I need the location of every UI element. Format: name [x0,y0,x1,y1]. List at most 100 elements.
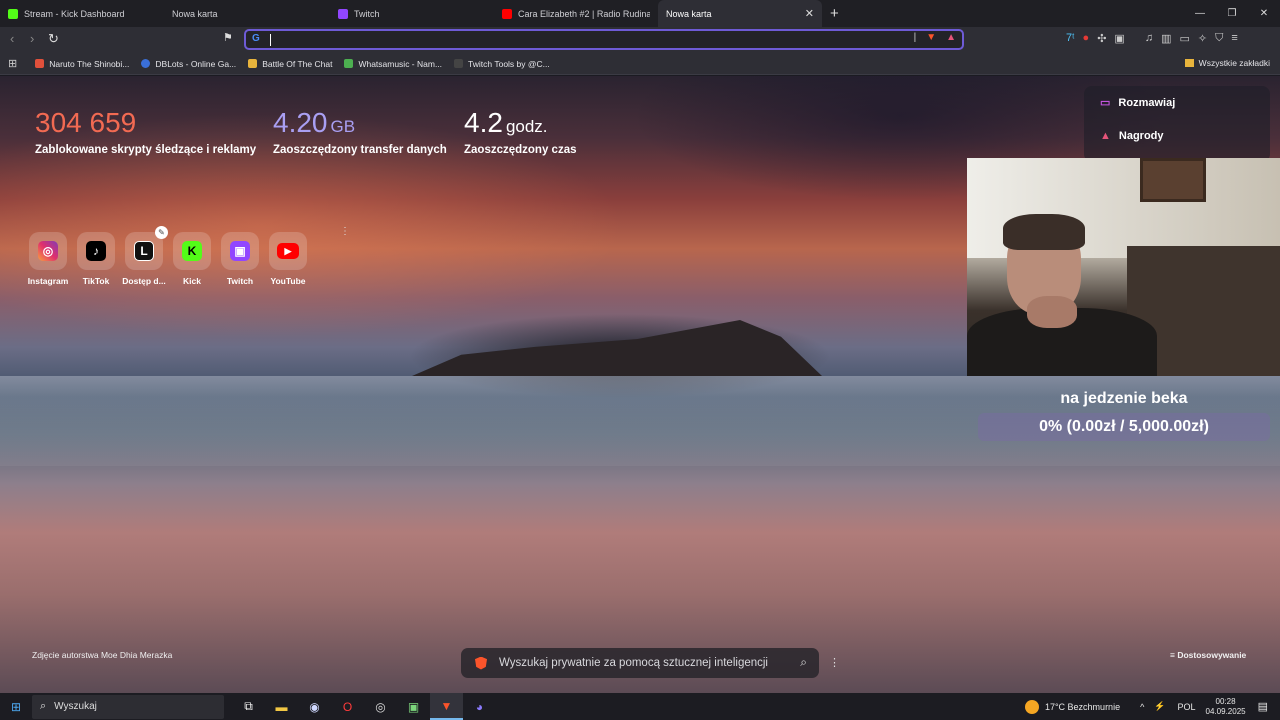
bookmark-label: DBLots - Online Ga... [155,58,237,69]
network-icon[interactable]: ⚡ [1154,701,1165,712]
bookmark-twitch-tools[interactable]: Twitch Tools by @C... [454,59,550,69]
sidebar-icon[interactable]: ▥ [1161,32,1171,45]
file-explorer-icon[interactable]: ▬ [265,693,298,720]
vpn-shield-icon[interactable]: ⛉ [1215,32,1223,45]
tab-youtube-radio[interactable]: Cara Elizabeth #2 | Radio Rudina - Yo [494,0,658,27]
stat-caption: Zaoszczędzony czas [464,144,577,156]
bookmark-page-icon[interactable]: ⚑ [223,31,233,44]
brave-rewards-icon[interactable]: ▲ [946,32,956,43]
new-tab-button[interactable]: + [830,5,839,22]
brave-lion-icon [475,656,487,670]
minimize-icon[interactable]: — [1184,0,1216,27]
twitch-icon [338,8,348,19]
translate-extension-icon[interactable]: 7ᵗ [1066,32,1075,45]
pinned-edit-icon[interactable]: ✎ [155,226,168,239]
taskbar-search[interactable]: ⌕ Wyszukaj [32,694,224,719]
youtube-icon [502,8,512,19]
tab-twitch[interactable]: Twitch [330,0,494,27]
tile-kick[interactable]: K Kick [168,232,216,286]
opera-icon[interactable]: O [331,693,364,720]
tile-twitch[interactable]: ▣ Twitch [216,232,264,286]
all-bookmarks[interactable]: Wszystkie zakładki [1184,58,1270,68]
wallet-icon[interactable]: ▭ [1179,32,1189,45]
rewards-icon: ▲ [1100,130,1111,142]
obs-icon[interactable]: ◎ [364,693,397,720]
bookmark-dblots[interactable]: DBLots - Online Ga... [141,59,236,69]
photo-credit[interactable]: Zdjęcie autorstwa Moe Dhia Merazka [32,650,172,660]
chat-link[interactable]: ▭ Rozmawiaj [1100,96,1176,110]
bookmarks-bar: ⊞ Naruto The Shinobi... DBLots - Online … [0,53,1280,75]
tile-youtube[interactable]: ▶ YouTube [264,232,312,286]
customize-button[interactable]: ≡ Dostosowywanie [1170,650,1246,660]
kick-icon: K [182,241,202,261]
back-icon[interactable]: ‹ [10,31,14,46]
tile-dostep[interactable]: L ✎ Dostęp d... [120,226,168,286]
task-view-icon[interactable]: ⧉ [232,693,265,720]
tab-new-tab-1[interactable]: Nowa karta [164,0,330,27]
bookmark-label: Naruto The Shinobi... [49,58,130,69]
bookmark-naruto[interactable]: Naruto The Shinobi... [35,59,129,69]
address-bar[interactable]: G | ▼ ▲ [244,29,964,50]
folder-icon [248,59,258,68]
extension-icons: 7ᵗ ● ✣ ▣ ♫ ▥ ▭ ✧ ⛉ ≡ [1066,32,1238,45]
windows-start-icon[interactable]: ⊞ [0,700,32,714]
top-sites-menu-icon[interactable]: ⋮ [340,226,350,237]
tile-label: Twitch [226,276,254,286]
apps-grid-icon[interactable]: ⊞ [8,57,17,70]
tab-label: Stream - Kick Dashboard [24,8,125,19]
tile-label: Kick [183,276,201,286]
app-icon[interactable]: ▣ [397,693,430,720]
notifications-icon[interactable]: ▤ [1258,700,1268,713]
language-indicator[interactable]: POL [1178,702,1196,712]
weather-widget[interactable]: 17°C Bezchmurnie [1024,699,1120,714]
brave-shields-icon[interactable]: ▼ [926,32,936,43]
omnibox-right-icons: | ▼ ▲ [914,32,956,43]
side-widget-panel: ▭ Rozmawiaj ▲ Nagrody [1084,86,1270,162]
record-extension-icon[interactable]: ● [1083,32,1090,45]
webcam-overlay [967,158,1280,376]
folder-icon [1184,59,1194,67]
app-icon[interactable]: ◉ [298,693,331,720]
extensions-puzzle-icon[interactable]: ✣ [1097,32,1106,45]
close-window-icon[interactable]: ✕ [1248,0,1280,27]
clock-time: 00:28 [1215,696,1236,706]
taskbar-search-label: Wyszukaj [54,701,97,712]
donation-goal-bar: 0% (0.00zł / 5,000.00zł) [978,413,1270,441]
rewards-link[interactable]: ▲ Nagrody [1100,130,1164,142]
menu-icon[interactable]: ≡ [1231,32,1237,45]
tile-instagram[interactable]: ◎ Instagram [24,232,72,286]
stat-caption: Zablokowane skrypty śledzące i reklamy [35,144,257,156]
donation-goal-title: na jedzenie beka [1060,390,1188,407]
system-tray: 17°C Bezchmurnie ^ ⚡ POL 00:28 04.09.202… [1024,693,1280,720]
tray-chevron-icon[interactable]: ^ [1140,702,1144,712]
tile-tiktok[interactable]: ♪ TikTok [72,232,120,286]
ai-search-box[interactable]: Wyszukaj prywatnie za pomocą sztucznej i… [461,648,819,678]
tab-kick-dashboard[interactable]: Stream - Kick Dashboard [0,0,164,27]
brave-icon[interactable]: ▼ [430,693,463,720]
clock[interactable]: 00:28 04.09.2025 [1206,697,1246,717]
music-icon[interactable]: ♫ [1145,32,1153,45]
rewards-label: Nagrody [1118,130,1164,142]
restore-icon[interactable]: ❐ [1216,0,1248,27]
tab-label: Nowa karta [172,8,218,19]
reload-icon[interactable]: ↻ [48,31,59,47]
search-icon[interactable]: ⌕ [800,655,807,670]
discord-icon[interactable]: ◕ [463,693,496,720]
chat-label: Rozmawiaj [1118,96,1176,109]
new-tab-page: 304 659 Zablokowane skrypty śledzące i r… [0,76,1280,693]
bookmark-label: Battle Of The Chat [262,58,333,69]
bookmark-whatsamusic[interactable]: Whatsamusic - Nam... [344,59,442,69]
tile-label: Instagram [27,276,69,286]
screenshot-icon[interactable]: ▣ [1114,32,1124,45]
bookmark-battle-of-the-chat[interactable]: Battle Of The Chat [248,59,332,69]
stat-value: 4.20 [273,107,328,138]
close-tab-icon[interactable]: ✕ [805,7,814,20]
forward-icon[interactable]: › [30,31,34,46]
leo-ai-icon[interactable]: ✧ [1198,32,1207,45]
search-options-icon[interactable]: ⋮ [829,656,840,669]
address-input[interactable] [274,32,874,47]
bookmark-favicon [141,59,151,68]
weather-sun-icon [1024,699,1039,714]
picture-frame [1140,158,1206,202]
tab-new-tab-active[interactable]: Nowa karta ✕ [658,0,822,27]
